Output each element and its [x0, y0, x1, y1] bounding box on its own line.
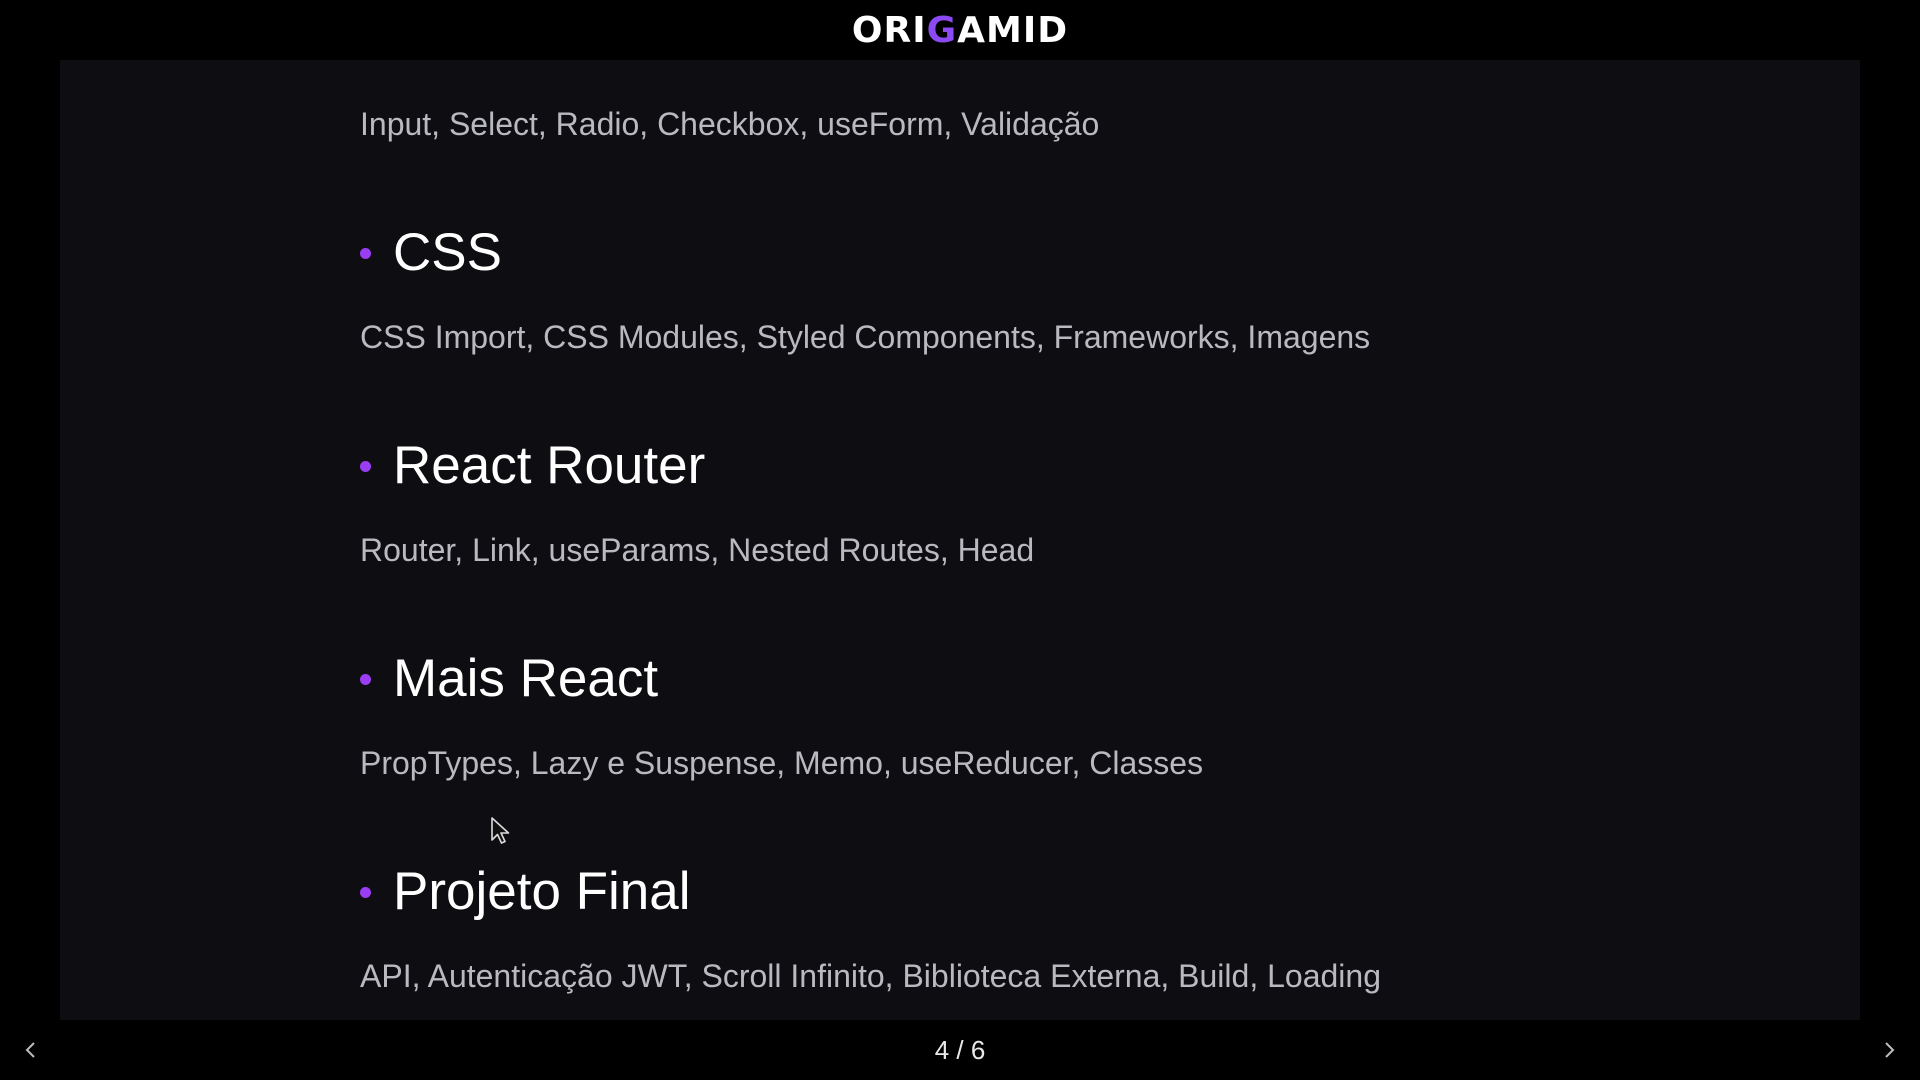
page-indicator: 4 / 6	[934, 1034, 986, 1065]
slide-content: Formulários Input, Select, Radio, Checkb…	[360, 60, 1760, 1020]
slide: Formulários Input, Select, Radio, Checkb…	[60, 60, 1860, 1020]
presentation-viewer: ORIGAMID Formulários Input, Select, Radi…	[0, 0, 1920, 1080]
section-heading: Mais React	[360, 639, 1760, 719]
section-title: CSS	[393, 223, 502, 282]
section-heading: Projeto Final	[360, 852, 1760, 932]
section-items: API, Autenticação JWT, Scroll Infinito, …	[360, 958, 1381, 994]
section-heading: CSS	[360, 213, 1760, 293]
section-formularios: Formulários Input, Select, Radio, Checkb…	[360, 60, 1760, 213]
chevron-right-icon	[1885, 1042, 1895, 1058]
bullet-dot	[360, 886, 371, 898]
section-title: Mais React	[393, 649, 659, 708]
slide-footer: 4 / 6	[0, 1020, 1920, 1080]
logo-text-accent: G	[926, 9, 958, 51]
section-heading: React Router	[360, 426, 1760, 506]
section-mais-react: Mais React PropTypes, Lazy e Suspense, M…	[360, 639, 1760, 852]
bullet-dot	[360, 673, 371, 685]
mouse-pointer-icon	[491, 817, 510, 844]
section-items: Input, Select, Radio, Checkbox, useForm,…	[360, 106, 1100, 142]
logo-text-end: AMID	[957, 9, 1069, 51]
section-title: Formulários	[393, 60, 673, 80]
section-projeto-final: Projeto Final API, Autenticação JWT, Scr…	[360, 852, 1760, 1020]
bullet-dot	[360, 460, 371, 472]
origamid-logo: ORI G AMID	[0, 0, 1920, 60]
section-items: PropTypes, Lazy e Suspense, Memo, useRed…	[360, 745, 1204, 781]
section-items: Router, Link, useParams, Nested Routes, …	[360, 532, 1035, 568]
bullet-dot	[360, 247, 371, 259]
section-heading: Formulários	[360, 60, 1760, 80]
section-title: React Router	[393, 436, 706, 495]
section-items: CSS Import, CSS Modules, Styled Componen…	[360, 319, 1371, 355]
next-slide-button[interactable]	[1874, 1033, 1904, 1067]
logo-text-start: ORI	[851, 9, 927, 51]
section-css: CSS CSS Import, CSS Modules, Styled Comp…	[360, 213, 1760, 426]
section-react-router: React Router Router, Link, useParams, Ne…	[360, 426, 1760, 639]
section-title: Projeto Final	[393, 862, 691, 921]
